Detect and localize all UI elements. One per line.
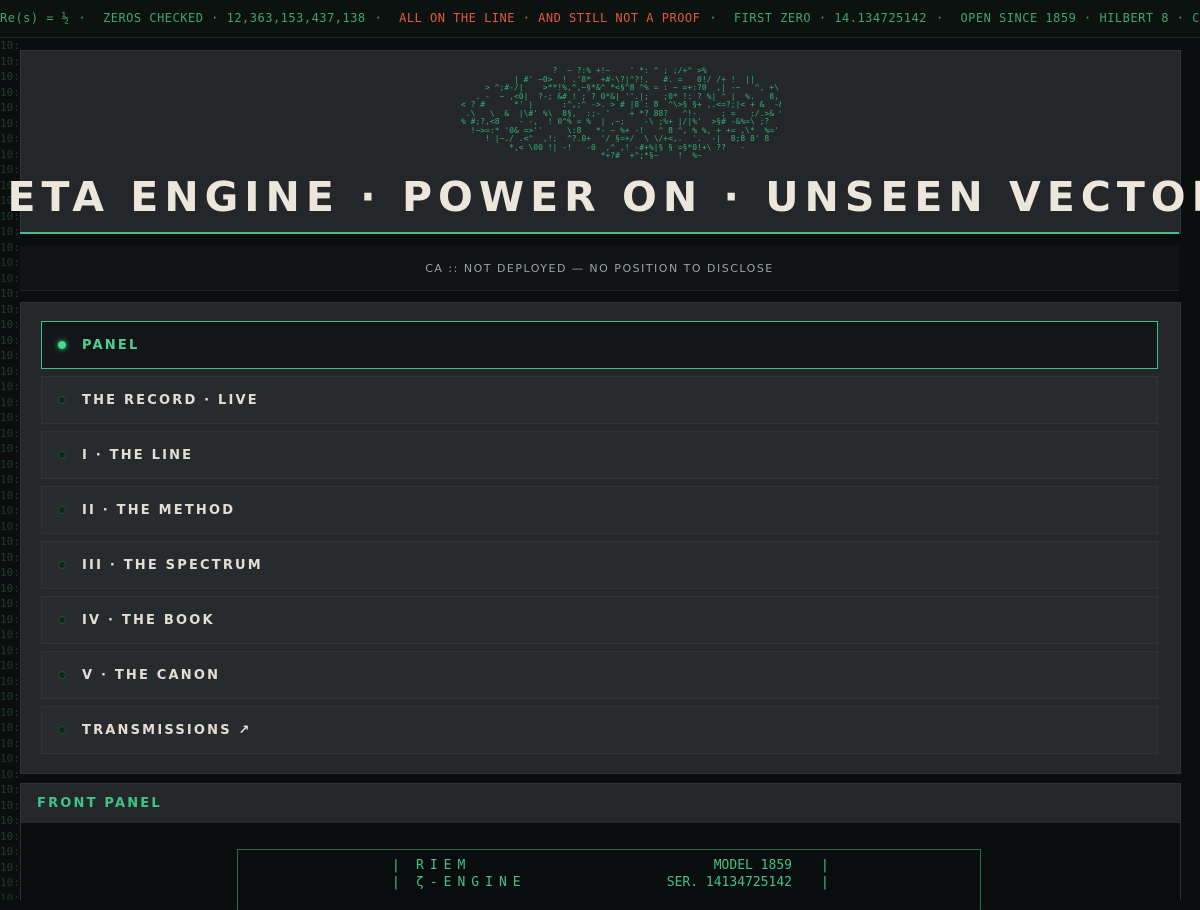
front-panel-title: FRONT PANEL [37,796,162,811]
status-dot-icon [58,671,66,679]
ca-status-text: CA :: NOT DEPLOYED — NO POSITION TO DISC… [425,261,774,275]
nav-item-label: THE RECORD · LIVE [82,392,259,408]
nameplate-brand: RIEM [416,858,472,873]
status-dot-icon [58,451,66,459]
nameplate-engine: ζ-ENGINE [416,875,527,890]
front-panel-header: FRONT PANEL [20,783,1181,824]
nav-item-the-canon[interactable]: V · THE CANON [41,651,1158,699]
nav-item-panel[interactable]: PANEL [41,321,1158,369]
ticker-item: FIRST ZERO · 14.134725142 [733,11,927,25]
nav-item-label: PANEL [82,337,140,353]
page-title: ZETA ENGINE · POWER ON · UNSEEN VECTOR [0,173,1200,221]
ticker-item-warning: ALL ON THE LINE · AND STILL NOT A PROOF [399,11,701,25]
ca-status-bar: CA :: NOT DEPLOYED — NO POSITION TO DISC… [20,246,1179,291]
nav-item-the-line[interactable]: I · THE LINE [41,431,1158,479]
status-dot-icon [58,341,66,349]
nav-item-the-spectrum[interactable]: III · THE SPECTRUM [41,541,1158,589]
status-dot-icon [58,726,66,734]
header-divider [20,232,1179,234]
nameplate-model: MODEL 1859 [713,858,792,873]
nav-item-the-book[interactable]: IV · THE BOOK [41,596,1158,644]
nameplate-serial: SER. 14134725142 [666,875,792,890]
nav-item-label: IV · THE BOOK [82,612,215,628]
status-dot-icon [58,506,66,514]
nameplate-row: | RIEM MODEL 1859 | [392,858,829,873]
ticker-item: ZEROS CHECKED · 12,363,153,437,138 [103,11,366,25]
ticker-item: Re(s) = ½ [0,11,70,25]
nav-item-label: TRANSMISSIONS ↗ [82,722,252,738]
ticker-bar: Re(s) = ½ · ZEROS CHECKED · 12,363,153,43… [0,0,1200,38]
status-dot-icon [58,561,66,569]
nav-item-label: V · THE CANON [82,667,221,683]
nav-item-label: II · THE METHOD [82,502,236,518]
glyph-emblem: ? ~ ?:% +!~ ' *: ^ ; ;/+^ >% | #' ~0> ! … [461,67,781,160]
nav-item-label: I · THE LINE [82,447,194,463]
nav-item-label: III · THE SPECTRUM [82,557,263,573]
ticker-item: OPEN SINCE 1859 · HILBERT 8 · CL [960,11,1200,25]
front-panel-body: | RIEM MODEL 1859 | | ζ-ENGINE SER. 1413… [20,823,1181,910]
nameplate-row: | ζ-ENGINE SER. 14134725142 | [392,875,829,890]
status-dot-icon [58,396,66,404]
ticker-track: Re(s) = ½ · ZEROS CHECKED · 12,363,153,43… [0,11,1200,25]
nav-item-record-live[interactable]: THE RECORD · LIVE [41,376,1158,424]
device-nameplate: | RIEM MODEL 1859 | | ζ-ENGINE SER. 1413… [237,849,981,910]
nav-item-transmissions[interactable]: TRANSMISSIONS ↗ [41,706,1158,754]
status-dot-icon [58,616,66,624]
header-card: ? ~ ?:% +!~ ' *: ^ ; ;/+^ >% | #' ~0> ! … [0,50,1200,234]
nav-panel: PANEL THE RECORD · LIVE I · THE LINE II … [20,302,1181,774]
nav-item-the-method[interactable]: II · THE METHOD [41,486,1158,534]
title-row: ZETA ENGINE · POWER ON · UNSEEN VECTOR [0,169,1200,225]
